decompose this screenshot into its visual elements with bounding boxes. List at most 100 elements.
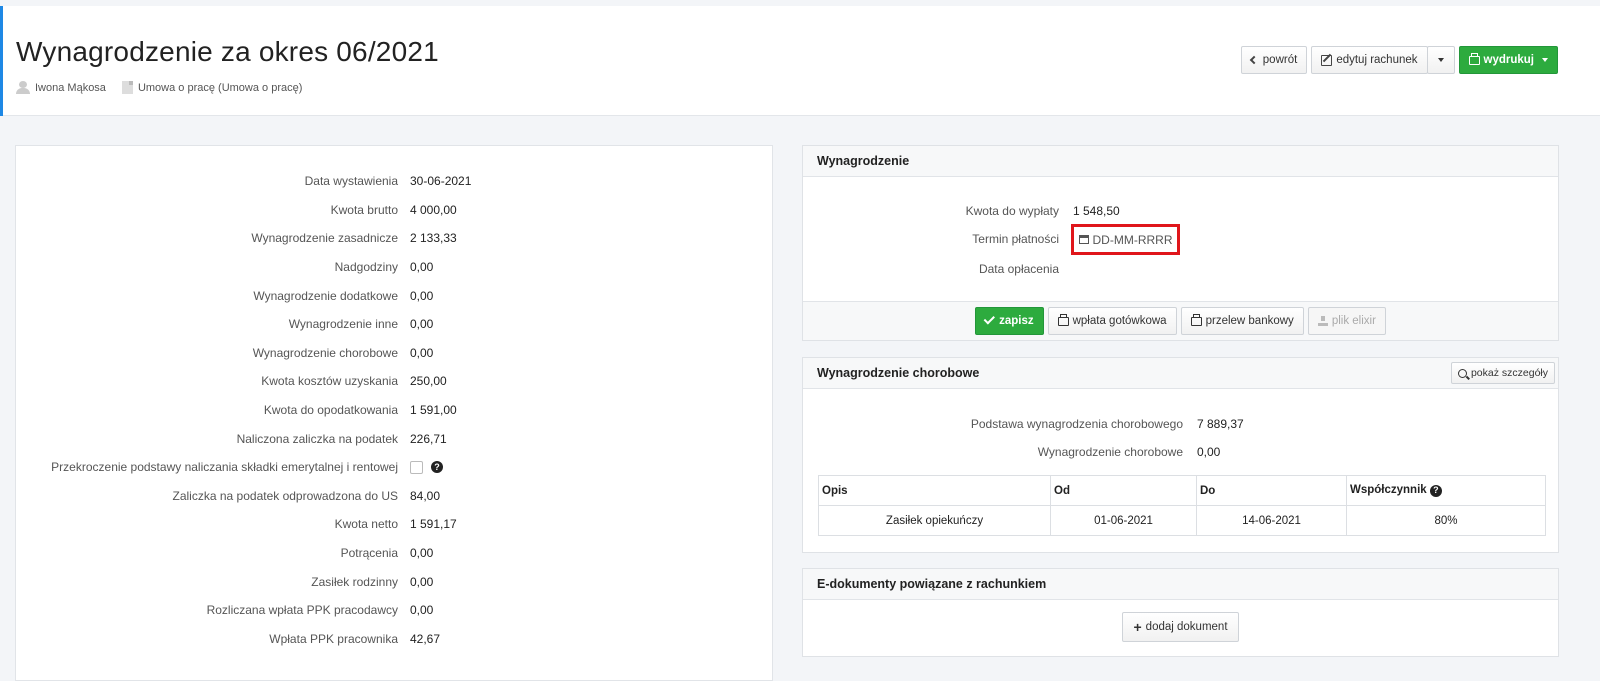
summary-row: Kwota do opodatkowania 1 591,00 — [16, 400, 774, 420]
edit-bill-button[interactable]: edytuj rachunek — [1311, 46, 1428, 74]
summary-value: 0,00 — [410, 260, 434, 274]
summary-value: 42,67 — [410, 632, 441, 646]
salary-panel: Wynagrodzenie Kwota do wypłaty 1 548,50 … — [802, 145, 1559, 341]
summary-label: Potrącenia — [340, 546, 398, 560]
back-button[interactable]: powrót — [1240, 46, 1308, 74]
summary-label: Kwota netto — [334, 517, 398, 531]
bank-transfer-button[interactable]: przelew bankowy — [1180, 307, 1304, 335]
salary-panel-title: Wynagrodzenie — [803, 146, 1558, 177]
user-icon — [16, 81, 30, 94]
check-icon — [983, 313, 996, 325]
summary-row: Zaliczka na podatek odprowadzona do US 8… — [16, 486, 774, 506]
sick-pay-label: Wynagrodzenie chorobowe — [1037, 445, 1183, 459]
summary-row: Wynagrodzenie zasadnicze 2 133,33 — [16, 228, 774, 248]
summary-row: Wynagrodzenie dodatkowe 0,00 — [16, 286, 774, 306]
summary-label: Wynagrodzenie chorobowe — [252, 346, 398, 360]
search-icon — [1457, 368, 1467, 378]
sick-pay-label: Podstawa wynagrodzenia chorobowego — [970, 417, 1183, 431]
summary-value: 0,00 — [410, 317, 434, 331]
edit-button-group: edytuj rachunek — [1311, 46, 1455, 74]
summary-label: Wynagrodzenie inne — [288, 317, 398, 331]
summary-row: Rozliczana wpłata PPK pracodawcy 0,00 — [16, 600, 774, 620]
summary-value: 30-06-2021 — [410, 174, 472, 188]
summary-label: Zaliczka na podatek odprowadzona do US — [172, 489, 398, 503]
summary-label: Wynagrodzenie dodatkowe — [253, 289, 398, 303]
save-button[interactable]: zapisz — [975, 307, 1044, 335]
payment-date-placeholder: DD-MM-RRRR — [1092, 232, 1173, 247]
sick-pay-title: Wynagrodzenie chorobowe — [817, 366, 980, 380]
header-accent-bar — [0, 6, 3, 116]
cash-payment-button[interactable]: wpłata gotówkowa — [1047, 307, 1177, 335]
summary-label: Data wystawienia — [304, 174, 398, 188]
summary-row: Data wystawienia 30-06-2021 — [16, 171, 774, 191]
back-button-label: powrót — [1262, 54, 1298, 66]
sick-pay-panel: Wynagrodzenie chorobowe pokaż szczegóły … — [802, 357, 1559, 553]
edit-bill-label: edytuj rachunek — [1336, 54, 1418, 66]
summary-value: 84,00 — [410, 489, 441, 503]
summary-label: Wpłata PPK pracownika — [269, 632, 398, 646]
add-document-button[interactable]: + dodaj dokument — [1122, 612, 1239, 642]
summary-value: 1 591,17 — [410, 517, 457, 531]
summary-value: 0,00 — [410, 346, 434, 360]
table-cell: Zasiłek opiekuńczy — [818, 505, 1051, 536]
print-icon — [1190, 313, 1202, 326]
elixir-file-label: plik elixir — [1331, 315, 1376, 327]
summary-label: Naliczona zaliczka na podatek — [236, 432, 398, 446]
elixir-file-button[interactable]: plik elixir — [1307, 307, 1386, 335]
table-header-row: Opis Od Do Współczynnik ? — [818, 475, 1546, 506]
summary-value: 226,71 — [410, 432, 447, 446]
salary-row: Termin płatności 10-07-2021 — [803, 229, 1560, 249]
help-icon[interactable]: ? — [431, 461, 443, 473]
page-meta: Iwona Mąkosa Umowa o pracę (Umowa o prac… — [16, 81, 302, 94]
salary-label: Termin płatności — [972, 232, 1059, 246]
summary-label: Kwota kosztów uzyskania — [261, 374, 398, 388]
bank-transfer-label: przelew bankowy — [1205, 315, 1294, 327]
sick-pay-row: Wynagrodzenie chorobowe 0,00 — [803, 442, 1560, 462]
show-details-button[interactable]: pokaż szczegóły — [1450, 362, 1555, 384]
summary-value: 250,00 — [410, 374, 447, 388]
summary-value: 0,00 — [410, 546, 434, 560]
edit-dropdown-toggle[interactable] — [1426, 46, 1455, 74]
summary-row: Zasiłek rodzinny 0,00 — [16, 572, 774, 592]
salary-label: Kwota do wypłaty — [965, 204, 1059, 218]
sick-leave-table: Opis Od Do Współczynnik ? Zasiłek opieku… — [818, 475, 1546, 536]
payment-date-input[interactable]: DD-MM-RRRR — [1071, 224, 1180, 255]
calendar-icon — [1078, 235, 1089, 244]
print-button[interactable]: wydrukuj — [1458, 46, 1558, 74]
summary-label: Kwota brutto — [330, 203, 398, 217]
salary-label: Data opłacenia — [978, 262, 1059, 276]
pension-threshold-checkbox[interactable] — [410, 460, 423, 474]
summary-row: Wynagrodzenie chorobowe 0,00 — [16, 343, 774, 363]
salary-row: Data opłacenia — [803, 259, 1560, 279]
summary-value: 0,00 — [410, 603, 434, 617]
salary-row: Kwota do wypłaty 1 548,50 — [803, 201, 1560, 221]
edocuments-panel: E-dokumenty powiązane z rachunkiem + dod… — [802, 568, 1559, 657]
summary-row: Kwota kosztów uzyskania 250,00 — [16, 371, 774, 391]
caret-down-icon — [1437, 58, 1444, 62]
chevron-left-icon — [1249, 55, 1259, 65]
summary-value: ? — [410, 460, 443, 474]
sick-pay-row: Podstawa wynagrodzenia chorobowego 7 889… — [803, 414, 1560, 434]
print-icon — [1468, 52, 1480, 65]
contract-type: Umowa o pracę (Umowa o pracę) — [137, 81, 303, 94]
print-button-label: wydrukuj — [1483, 54, 1534, 66]
edocuments-actions: + dodaj dokument — [803, 612, 1558, 642]
summary-row: Wpłata PPK pracownika 42,67 — [16, 629, 774, 649]
header-actions: powrót edytuj rachunek wydrukuj — [1240, 46, 1558, 74]
show-details-label: pokaż szczegóły — [1470, 367, 1548, 379]
summary-value: 2 133,33 — [410, 231, 457, 245]
coefficient-header-label: Współczynnik — [1350, 484, 1427, 497]
summary-row: Kwota brutto 4 000,00 — [16, 200, 774, 220]
table-header: Do — [1196, 475, 1347, 506]
summary-label: Kwota do opodatkowania — [263, 403, 398, 417]
summary-row: Kwota netto 1 591,17 — [16, 514, 774, 534]
help-icon[interactable]: ? — [1429, 484, 1442, 497]
table-header: Współczynnik ? — [1346, 475, 1546, 506]
summary-row: Nadgodziny 0,00 — [16, 257, 774, 277]
table-cell: 80% — [1346, 505, 1546, 536]
page-header: Wynagrodzenie za okres 06/2021 Iwona Mąk… — [0, 6, 1600, 116]
employee-name: Iwona Mąkosa — [35, 81, 106, 94]
table-header: Opis — [818, 475, 1051, 506]
cash-payment-label: wpłata gotówkowa — [1072, 315, 1167, 327]
summary-panel: Data wystawienia 30-06-2021 Kwota brutto… — [15, 145, 773, 681]
